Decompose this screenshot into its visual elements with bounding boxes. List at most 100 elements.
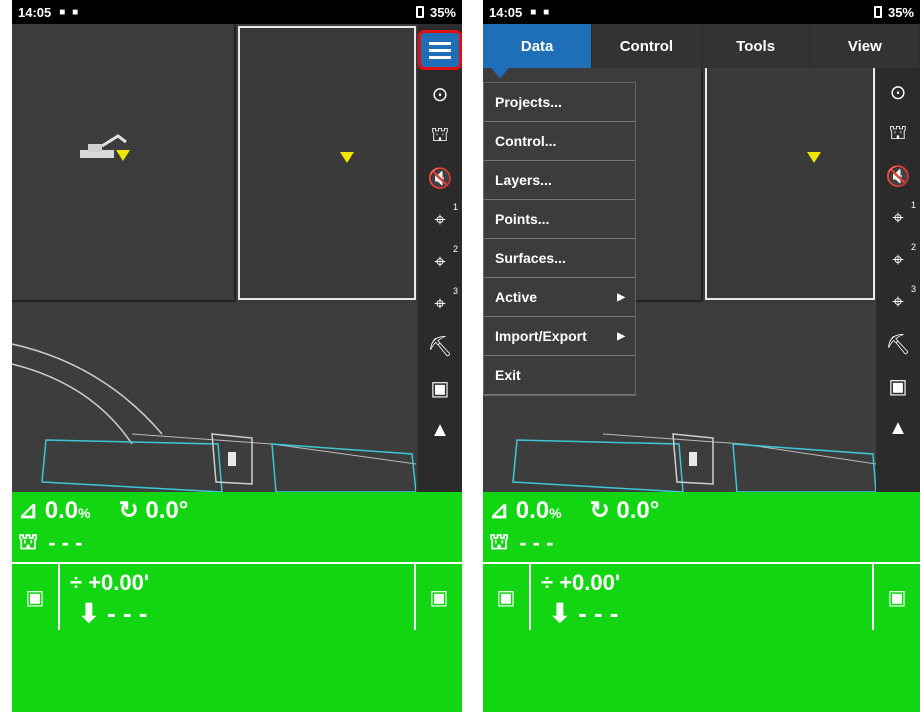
- total-station-icon: ▣: [496, 586, 516, 609]
- bucket-button[interactable]: ⛫: [880, 116, 916, 152]
- total-station-button[interactable]: ▣: [880, 368, 916, 404]
- notification-icons: ■ ■: [530, 6, 552, 18]
- chevron-right-circle-icon: ⊙: [889, 81, 907, 104]
- machine-graphic: [80, 134, 127, 158]
- elevation-bar: ▣ ÷ +0.00' ⬇ - - - ▣: [483, 562, 920, 630]
- right-screen: 14:05 ■ ■ 35% ⊙ ⛫ 🔇 ⌖ 1 ⌖ 2 ⌖ 3 ⛏ ▣ ▲ Da…: [483, 0, 920, 712]
- location-1-button[interactable]: ⌖ 1: [880, 200, 916, 236]
- bucket-value: - - -: [48, 530, 83, 555]
- site-map-pane[interactable]: [12, 304, 417, 493]
- machine-marker: [116, 150, 130, 161]
- menu-item-control[interactable]: Control...: [484, 122, 635, 161]
- notification-icons: ■ ■: [59, 6, 81, 18]
- cross-slope-readout: ⊿ 0.0%: [18, 496, 91, 524]
- left-screen: 14:05 ■ ■ 35% ⊙ ⛫ 🔇 ⌖ 1 ⌖ 2 ⌖ 3 ⛏ ▣ ▲ ⊿ …: [12, 0, 462, 712]
- menu-item-import-export[interactable]: Import/Export ▶: [484, 317, 635, 356]
- location-3-button[interactable]: ⌖ 3: [422, 286, 458, 322]
- battery-level: 35%: [429, 4, 456, 20]
- excavator-bucket-icon: ⛏: [885, 333, 911, 356]
- excavator-bucket-button[interactable]: ⛏: [422, 328, 458, 364]
- total-station-up-icon: ▲: [430, 418, 450, 441]
- hamburger-menu-icon: [429, 41, 451, 45]
- status-icons: 35%: [415, 4, 456, 20]
- elevation-offset: ÷ +0.00': [541, 570, 621, 595]
- rotation-icon: ↻: [589, 496, 610, 524]
- submenu-arrow-icon: ▶: [617, 291, 625, 303]
- menu-item-projects[interactable]: Projects...: [484, 83, 635, 122]
- slope-readout-row: ⊿ 0.0% ↻ 0.0°: [18, 492, 188, 528]
- battery-icon: [415, 6, 424, 18]
- total-station-left-button[interactable]: ▣: [483, 564, 531, 630]
- mute-button[interactable]: 🔇: [422, 160, 458, 196]
- menu-item-points[interactable]: Points...: [484, 200, 635, 239]
- excavator-bucket-icon: ⛏: [427, 335, 453, 358]
- status-bar: 14:05 ■ ■ 35%: [12, 0, 462, 24]
- total-station-up-button[interactable]: ▲: [422, 412, 458, 448]
- tab-data[interactable]: Data: [483, 24, 593, 68]
- total-station-icon: ▣: [25, 586, 45, 609]
- clock: 14:05: [489, 4, 523, 20]
- location-3-button[interactable]: ⌖ 3: [880, 284, 916, 320]
- tab-view[interactable]: View: [810, 24, 920, 68]
- location-pin-icon: ⌖: [892, 290, 904, 313]
- total-station-button[interactable]: ▣: [422, 370, 458, 406]
- status-icons: 35%: [873, 5, 914, 20]
- next-button[interactable]: ⊙: [422, 76, 458, 112]
- menu-button[interactable]: [418, 30, 462, 70]
- excavator-bucket-button[interactable]: ⛏: [880, 326, 916, 362]
- elevation-offset: ÷ +0.00': [70, 570, 150, 595]
- cut-fill-readout: ⬇ - - -: [78, 598, 148, 628]
- menu-item-surfaces[interactable]: Surfaces...: [484, 239, 635, 278]
- map-view[interactable]: [12, 24, 418, 493]
- bucket-value: - - -: [519, 530, 554, 555]
- tool-rail: ⊙ ⛫ 🔇 ⌖ 1 ⌖ 2 ⌖ 3 ⛏ ▣ ▲: [418, 24, 462, 492]
- cross-slope-readout: ⊿ 0.0%: [489, 496, 562, 524]
- main-menu-bar: Data Control Tools View: [483, 24, 920, 68]
- total-station-icon: ▣: [887, 586, 907, 609]
- total-station-icon: ▣: [888, 375, 908, 398]
- tool-rail: ⊙ ⛫ 🔇 ⌖ 1 ⌖ 2 ⌖ 3 ⛏ ▣ ▲: [876, 24, 920, 492]
- location-1-button[interactable]: ⌖ 1: [422, 202, 458, 238]
- menu-item-layers[interactable]: Layers...: [484, 161, 635, 200]
- bucket-icon: ⛫: [430, 123, 450, 146]
- active-tab-pointer: [491, 68, 509, 78]
- submenu-arrow-icon: ▶: [617, 330, 625, 342]
- rotation-readout: ↻ 0.0°: [589, 496, 660, 524]
- location-pin-icon: ⌖: [434, 208, 446, 231]
- rotation-icon: ↻: [118, 496, 139, 524]
- slope-icon: ⊿: [18, 496, 39, 524]
- speaker-mute-icon: 🔇: [885, 165, 911, 188]
- guidance-panel: ⊿ 0.0% ↻ 0.0° ⛫ - - - ▣ ÷ +0.00' ⬇ - - -…: [12, 492, 462, 712]
- down-arrow-icon: ⬇: [549, 598, 571, 628]
- plan-view-pane[interactable]: [12, 24, 236, 302]
- total-station-up-button[interactable]: ▲: [880, 410, 916, 446]
- location-2-button[interactable]: ⌖ 2: [880, 242, 916, 278]
- location-pin-icon: ⌖: [434, 250, 446, 273]
- bucket-readout-row: ⛫ - - -: [18, 528, 83, 556]
- slope-icon: ⊿: [489, 496, 510, 524]
- location-2-button[interactable]: ⌖ 2: [422, 244, 458, 280]
- bucket-icon: ⛫: [18, 528, 39, 554]
- next-button[interactable]: ⊙: [880, 74, 916, 110]
- battery-icon: [873, 6, 882, 18]
- site-linework: [12, 343, 417, 493]
- mute-button[interactable]: 🔇: [880, 158, 916, 194]
- cut-fill-readout: ⬇ - - -: [549, 598, 619, 628]
- total-station-right-button[interactable]: ▣: [872, 564, 920, 630]
- total-station-right-button[interactable]: ▣: [414, 564, 462, 630]
- location-pin-icon: ⌖: [892, 206, 904, 229]
- bucket-icon: ⛫: [489, 528, 510, 554]
- bucket-icon: ⛫: [888, 121, 908, 144]
- bucket-button[interactable]: ⛫: [422, 118, 458, 154]
- profile-view-pane[interactable]: [238, 26, 416, 300]
- total-station-left-button[interactable]: ▣: [12, 564, 60, 630]
- clock: 14:05: [18, 4, 52, 20]
- menu-item-active[interactable]: Active ▶: [484, 278, 635, 317]
- down-arrow-icon: ⬇: [78, 598, 100, 628]
- location-pin-icon: ⌖: [434, 292, 446, 315]
- tab-control[interactable]: Control: [592, 24, 702, 68]
- elevation-marker: [807, 152, 821, 163]
- tab-tools[interactable]: Tools: [701, 24, 811, 68]
- speaker-mute-icon: 🔇: [427, 167, 453, 190]
- menu-item-exit[interactable]: Exit: [484, 356, 635, 395]
